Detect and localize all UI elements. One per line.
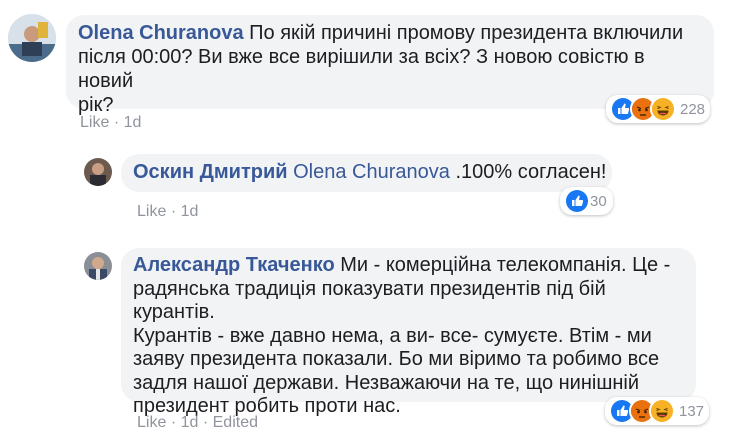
haha-icon — [649, 398, 675, 424]
separator: · — [170, 203, 181, 220]
timestamp[interactable]: 1d — [181, 414, 199, 431]
timestamp[interactable]: 1d — [124, 114, 142, 131]
avatar[interactable] — [84, 252, 112, 280]
avatar[interactable] — [84, 158, 112, 186]
separator: · — [202, 414, 213, 431]
comment-actions: Like · 1d — [80, 114, 141, 132]
comment-line: Александр Ткаченко Ми - комерційна телек… — [133, 254, 684, 278]
comment-bubble: Оскин Дмитрий Olena Churanova .100% согл… — [121, 154, 612, 192]
mention-link[interactable]: Olena Churanova — [293, 161, 450, 183]
comment-text: .100% согласен! — [449, 161, 607, 183]
like-link[interactable]: Like — [137, 203, 166, 220]
comment-author[interactable]: Olena Churanova — [78, 22, 244, 44]
reactions-summary[interactable]: 228 — [606, 95, 710, 123]
reaction-count: 228 — [680, 100, 706, 118]
edited-label[interactable]: Edited — [213, 414, 258, 431]
timestamp[interactable]: 1d — [181, 203, 199, 220]
comment-line: задля нашої держави. Незважаючи на те, щ… — [133, 371, 640, 394]
reaction-count: 137 — [679, 402, 705, 420]
reaction-count: 30 — [590, 192, 607, 210]
reactions-summary[interactable]: 30 — [560, 187, 613, 215]
comment-line: Olena Churanova По якій причині промову … — [78, 21, 702, 45]
like-link[interactable]: Like — [80, 114, 109, 131]
comment-text: Ми - комерційна телекомпанія. Це - — [334, 254, 671, 276]
like-link[interactable]: Like — [137, 414, 166, 431]
like-icon — [564, 188, 590, 214]
separator: · — [170, 414, 181, 431]
comment-actions: Like · 1d · Edited — [137, 414, 258, 432]
comment-line: після 00:00? Ви вже все вирішили за всіх… — [78, 46, 645, 92]
comment-bubble: Александр Ткаченко Ми - комерційна телек… — [121, 248, 696, 417]
reactions-summary[interactable]: 137 — [605, 397, 709, 425]
haha-icon — [650, 96, 676, 122]
separator: · — [113, 114, 124, 131]
avatar[interactable] — [8, 14, 56, 62]
comment-text: По якій причині промову президента включ… — [243, 22, 684, 44]
comment-author[interactable]: Оскин Дмитрий — [133, 161, 288, 183]
comment-author[interactable]: Александр Ткаченко — [133, 254, 335, 276]
comment-line: радянська традиція показувати президенті… — [133, 277, 606, 324]
comment-line: заяву президента показали. Бо ми віримо … — [133, 348, 660, 370]
comment-line: Курантів - вже давно нема, а ви- все- су… — [133, 324, 652, 347]
comment-actions: Like · 1d — [137, 203, 198, 221]
